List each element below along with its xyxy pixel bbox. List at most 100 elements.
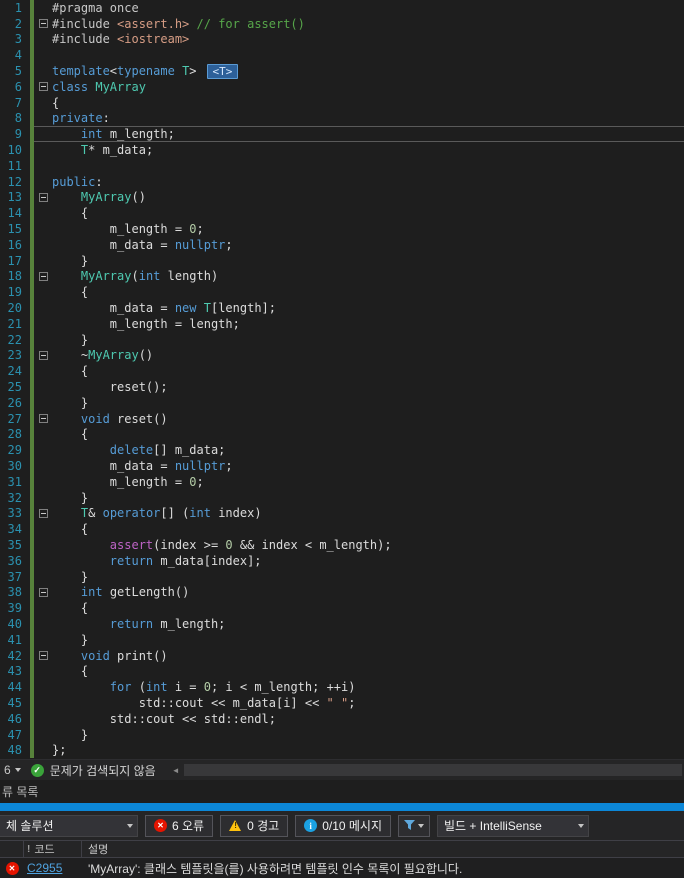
line-body[interactable]: m_length = 0;: [34, 221, 684, 237]
code-line[interactable]: 24 {: [0, 363, 684, 380]
line-number[interactable]: 23: [0, 348, 30, 362]
horizontal-scrollbar[interactable]: [183, 764, 682, 776]
line-body[interactable]: [34, 158, 684, 174]
line-number[interactable]: 36: [0, 554, 30, 568]
line-body[interactable]: int getLength(): [34, 584, 684, 600]
fold-marker[interactable]: [34, 414, 52, 424]
line-body[interactable]: public:: [34, 174, 684, 190]
line-number[interactable]: 3: [0, 32, 30, 46]
code-line[interactable]: 14 {: [0, 205, 684, 222]
line-number[interactable]: 21: [0, 317, 30, 331]
line-number[interactable]: 13: [0, 190, 30, 204]
line-body[interactable]: {: [34, 600, 684, 616]
line-number[interactable]: 12: [0, 175, 30, 189]
line-body[interactable]: {: [34, 427, 684, 443]
line-number[interactable]: 2: [0, 17, 30, 31]
template-param-hint-badge[interactable]: <T>: [206, 63, 239, 79]
line-body[interactable]: }: [34, 490, 684, 506]
build-intellisense-dropdown[interactable]: 빌드 + IntelliSense: [437, 814, 589, 837]
code-line[interactable]: 23 ~MyArray(): [0, 347, 684, 364]
line-body[interactable]: {: [34, 284, 684, 300]
line-body[interactable]: }: [34, 253, 684, 269]
line-number[interactable]: 15: [0, 222, 30, 236]
line-body[interactable]: MyArray(int length): [34, 269, 684, 285]
code-line[interactable]: 21 m_length = length;: [0, 315, 684, 332]
code-line[interactable]: 47 }: [0, 726, 684, 743]
code-line[interactable]: 9 int m_length;: [0, 126, 684, 143]
line-number[interactable]: 20: [0, 301, 30, 315]
code-line[interactable]: 3 #include <iostream>: [0, 31, 684, 48]
line-body[interactable]: void print(): [34, 648, 684, 664]
code-line[interactable]: 26 }: [0, 394, 684, 411]
fold-marker[interactable]: [34, 82, 52, 92]
collapse-icon[interactable]: [38, 651, 48, 661]
code-line[interactable]: 31 m_length = 0;: [0, 473, 684, 490]
code-line[interactable]: 37 }: [0, 568, 684, 585]
line-body[interactable]: {: [34, 363, 684, 379]
line-body[interactable]: {: [34, 521, 684, 537]
line-body[interactable]: {: [34, 95, 684, 111]
code-line[interactable]: 30 m_data = nullptr;: [0, 458, 684, 474]
line-number[interactable]: 7: [0, 96, 30, 110]
fold-marker[interactable]: [34, 587, 52, 597]
fold-marker[interactable]: [34, 651, 52, 661]
line-number[interactable]: 34: [0, 522, 30, 536]
zoom-control-fragment[interactable]: 6: [0, 763, 11, 777]
code-line[interactable]: 20 m_data = new T[length];: [0, 300, 684, 316]
line-body[interactable]: m_length = 0;: [34, 474, 684, 490]
code-line[interactable]: 19 {: [0, 284, 684, 301]
collapse-icon[interactable]: [38, 19, 48, 29]
line-body[interactable]: ~MyArray(): [34, 348, 684, 364]
code-line[interactable]: 10 T* m_data;: [0, 142, 684, 158]
line-number[interactable]: 39: [0, 601, 30, 615]
line-body[interactable]: T* m_data;: [34, 142, 684, 158]
line-body[interactable]: #include <assert.h> // for assert(): [34, 16, 684, 32]
line-number[interactable]: 4: [0, 48, 30, 62]
line-number[interactable]: 30: [0, 459, 30, 473]
severity-column-header[interactable]: [0, 841, 24, 857]
error-list-row[interactable]: ✕ C2955 'MyArray': 클래스 템플릿을(를) 사용하려면 템플릿…: [0, 858, 684, 878]
line-number[interactable]: 14: [0, 206, 30, 220]
line-body[interactable]: m_data = new T[length];: [34, 300, 684, 316]
code-line[interactable]: 1 #pragma once: [0, 0, 684, 16]
line-number[interactable]: 43: [0, 664, 30, 678]
line-number[interactable]: 46: [0, 712, 30, 726]
line-body[interactable]: template<typename T> <T>: [34, 63, 684, 79]
error-code-link[interactable]: C2955: [27, 861, 62, 875]
description-column-header[interactable]: 설명: [82, 841, 684, 857]
code-line[interactable]: 17 }: [0, 252, 684, 269]
line-number[interactable]: 45: [0, 696, 30, 710]
scope-dropdown[interactable]: 체 솔루션: [0, 814, 138, 837]
line-body[interactable]: #include <iostream>: [34, 32, 684, 48]
line-body[interactable]: m_length = length;: [34, 316, 684, 332]
check-icon[interactable]: ✓: [30, 763, 44, 777]
line-number[interactable]: 41: [0, 633, 30, 647]
line-body[interactable]: }: [34, 727, 684, 743]
line-body[interactable]: T& operator[] (int index): [34, 506, 684, 522]
line-number[interactable]: 6: [0, 80, 30, 94]
line-body[interactable]: }: [34, 332, 684, 348]
code-line[interactable]: 25 reset();: [0, 379, 684, 395]
code-line[interactable]: 38 int getLength(): [0, 584, 684, 601]
line-body[interactable]: }: [34, 395, 684, 411]
code-line[interactable]: 4: [0, 47, 684, 64]
code-line[interactable]: 13 MyArray(): [0, 189, 684, 206]
horizontal-scrollbar-thumb[interactable]: [183, 764, 682, 776]
line-number[interactable]: 10: [0, 143, 30, 157]
line-number[interactable]: 25: [0, 380, 30, 394]
code-line[interactable]: 7{: [0, 94, 684, 111]
line-number[interactable]: 33: [0, 506, 30, 520]
collapse-icon[interactable]: [38, 82, 48, 92]
line-number[interactable]: 5: [0, 64, 30, 78]
line-number[interactable]: 28: [0, 427, 30, 441]
collapse-icon[interactable]: [38, 271, 48, 281]
error-list-panel-title[interactable]: 류 목록: [0, 780, 684, 803]
line-number[interactable]: 16: [0, 238, 30, 252]
line-number[interactable]: 31: [0, 475, 30, 489]
line-number[interactable]: 47: [0, 728, 30, 742]
code-line[interactable]: 28 {: [0, 426, 684, 443]
line-body[interactable]: return m_data[index];: [34, 553, 684, 569]
filter-button[interactable]: [398, 814, 430, 837]
line-body[interactable]: {: [34, 663, 684, 679]
line-body[interactable]: for (int i = 0; i < m_length; ++i): [34, 679, 684, 695]
